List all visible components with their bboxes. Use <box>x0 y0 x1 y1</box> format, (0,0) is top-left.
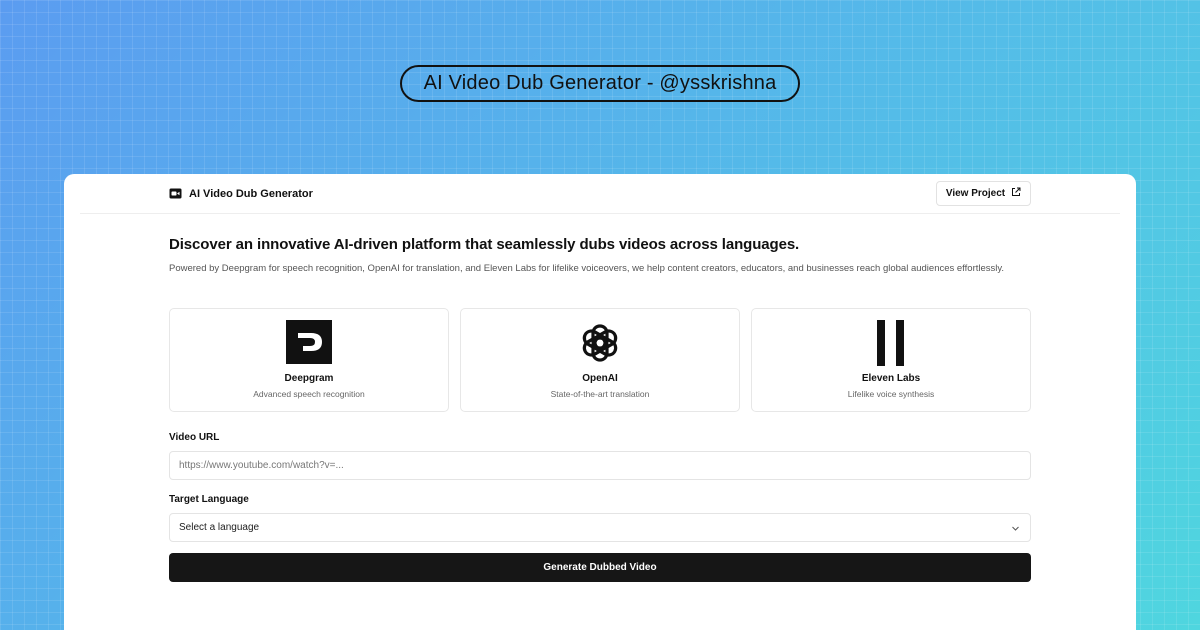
provider-card-openai: OpenAI State-of-the-art translation <box>460 308 740 412</box>
target-language-value: Select a language <box>179 522 260 533</box>
provider-name: Eleven Labs <box>861 373 921 384</box>
app-header: AI Video Dub Generator View Project <box>80 174 1120 214</box>
chevron-down-icon <box>1011 524 1020 536</box>
provider-name: OpenAI <box>582 373 618 384</box>
view-project-label: View Project <box>945 188 1006 199</box>
view-project-button[interactable]: View Project <box>936 181 1031 206</box>
deepgram-logo-icon <box>170 320 448 364</box>
main-content: Discover an innovative AI-driven platfor… <box>169 236 1031 582</box>
hero-title: AI Video Dub Generator - @ysskrishna <box>400 65 800 102</box>
generate-dubbed-video-button[interactable]: Generate Dubbed Video <box>169 553 1031 582</box>
provider-cards: Deepgram Advanced speech recognition Ope… <box>169 308 1031 412</box>
video-url-input[interactable] <box>169 451 1031 480</box>
provider-description: State-of-the-art translation <box>550 389 650 399</box>
video-camera-icon <box>169 187 182 200</box>
hero-title-text: AI Video Dub Generator - @ysskrishna <box>423 72 777 94</box>
provider-card-deepgram: Deepgram Advanced speech recognition <box>169 308 449 412</box>
generate-button-label: Generate Dubbed Video <box>543 562 657 573</box>
openai-logo-icon <box>461 320 739 366</box>
external-link-icon <box>1011 187 1021 200</box>
provider-card-elevenlabs: Eleven Labs Lifelike voice synthesis <box>751 308 1031 412</box>
app-card: AI Video Dub Generator View Project Disc… <box>64 174 1136 630</box>
elevenlabs-logo-icon <box>752 320 1030 366</box>
video-url-label: Video URL <box>169 432 220 443</box>
page-headline: Discover an innovative AI-driven platfor… <box>169 236 800 253</box>
provider-description: Lifelike voice synthesis <box>847 389 935 399</box>
page-description: Powered by Deepgram for speech recogniti… <box>169 263 1005 274</box>
target-language-label: Target Language <box>169 494 249 505</box>
provider-name: Deepgram <box>284 373 334 384</box>
brand[interactable]: AI Video Dub Generator <box>169 187 313 200</box>
app-name: AI Video Dub Generator <box>189 187 313 200</box>
target-language-select[interactable]: Select a language <box>169 513 1031 542</box>
provider-description: Advanced speech recognition <box>253 389 365 399</box>
